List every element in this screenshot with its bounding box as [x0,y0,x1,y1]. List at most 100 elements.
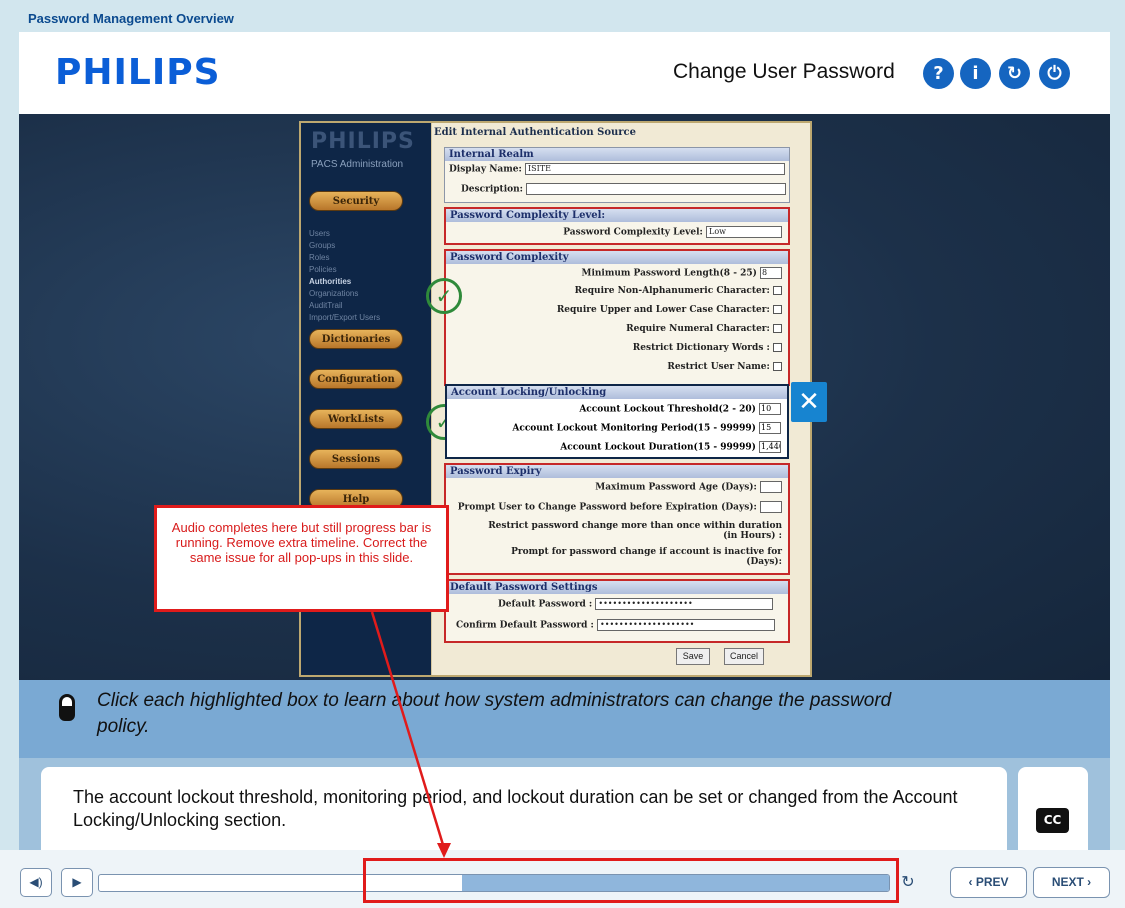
complexity-row: Restrict Dictionary Words : [633,343,782,353]
complexity-row: Require Upper and Lower Case Character: [557,305,782,315]
expiry-field[interactable] [760,481,782,493]
instruction-text: Click each highlighted box to learn abou… [97,690,892,737]
default-password-row: Default Password : •••••••••••••••••••• [498,598,774,610]
complexity-level-label: Password Complexity Level: [563,227,703,238]
cancel-button[interactable]: Cancel [724,648,764,665]
lockout-period-field[interactable]: 15 [759,422,781,434]
nav-link[interactable]: Organizations [309,288,380,300]
window-title: Password Management Overview [28,11,234,26]
prev-label: PREV [975,875,1009,889]
mouse-icon [59,694,75,721]
play-icon[interactable]: ▶ [61,868,93,897]
caption-text: The account lockout threshold, monitorin… [41,767,1007,850]
save-button[interactable]: Save [676,648,710,665]
exit-icon[interactable]: ⏻ [1039,58,1070,89]
pacs-logo: PHILIPS [311,129,415,154]
default-password-label: Default Password : [498,599,593,610]
lockout-threshold-field[interactable]: 10 [759,403,781,415]
checkbox[interactable] [773,343,782,352]
closed-captions-button[interactable]: CC [1036,808,1069,833]
next-button[interactable]: NEXT › [1033,867,1110,898]
expiry-row: Prompt User to Change Password before Ex… [458,501,782,513]
nav-security[interactable]: Security [309,191,403,211]
nav-dictionaries[interactable]: Dictionaries [309,329,403,349]
nav-link[interactable]: Import/Export Users [309,312,380,324]
philips-logo: PHILIPS [55,52,221,93]
checkbox[interactable] [773,305,782,314]
display-name-row: Display Name: ISITE [449,163,785,175]
complexity-level-select[interactable]: Low [706,226,782,238]
complexity-row: Require Non-Alphanumeric Character: [575,286,782,296]
display-name-field[interactable]: ISITE [524,163,785,175]
caption-area: The account lockout threshold, monitorin… [19,758,1110,850]
defaults-header: Default Password Settings [446,581,788,594]
complexity-label: Restrict User Name: [667,362,770,372]
expiry-label: Prompt User to Change Password before Ex… [457,502,757,513]
display-name-label: Display Name: [449,164,522,175]
lockout-duration-field[interactable]: 1,440 [759,441,781,453]
lockout-threshold-label: Account Lockout Threshold(2 - 20) [579,404,756,415]
nav-link[interactable]: Users [309,228,380,240]
nav-sessions[interactable]: Sessions [309,449,403,469]
complexity-row: Require Numeral Character: [626,324,782,334]
nav-link[interactable]: Authorities [309,276,380,288]
nav-link[interactable]: Roles [309,252,380,264]
lockout-threshold-row: Account Lockout Threshold(2 - 20) 10 [579,403,781,415]
close-popup-icon[interactable]: ✕ [791,382,827,422]
default-password-field[interactable]: •••••••••••••••••••• [595,598,774,610]
expiry-header: Password Expiry [446,465,788,478]
checkbox[interactable] [773,286,782,295]
expiry-field[interactable] [760,501,782,513]
nav-link[interactable]: Groups [309,240,380,252]
expiry-section[interactable]: Password Expiry Maximum Password Age (Da… [444,463,790,575]
expiry-label: Maximum Password Age (Days): [595,482,757,493]
nav-link[interactable]: Policies [309,264,380,276]
info-icon[interactable]: i [960,58,991,89]
complexity-label: Require Upper and Lower Case Character: [556,305,770,315]
complexity-label: Require Numeral Character: [626,324,770,334]
replay-icon[interactable]: ↻ [899,874,917,892]
slide-header: PHILIPS Change User Password ? i ↻ ⏻ [19,32,1110,114]
next-label: NEXT [1051,875,1084,889]
expiry-label: Restrict password change more than once … [488,521,782,541]
checkbox[interactable] [773,362,782,371]
complexity-level-row: Password Complexity Level: Low [563,226,782,238]
review-highlight-box [363,858,899,903]
restart-icon[interactable]: ↻ [999,58,1030,89]
expiry-row: Maximum Password Age (Days): [595,481,782,493]
min-length-field[interactable]: 8 [760,267,782,279]
description-field[interactable] [526,183,787,195]
lockout-duration-label: Account Lockout Duration(15 - 99999) [560,442,756,453]
cc-panel: CC [1018,767,1088,850]
lockout-duration-row: Account Lockout Duration(15 - 99999) 1,4… [560,441,781,453]
confirm-password-row: Confirm Default Password : •••••••••••••… [456,619,776,631]
review-annotation: Audio completes here but still progress … [154,505,449,612]
realm-header: Internal Realm [445,148,789,161]
lockout-period-row: Account Lockout Monitoring Period(15 - 9… [512,422,781,434]
min-length-row: Minimum Password Length(8 - 25) 8 [581,267,782,279]
defaults-section[interactable]: Default Password Settings Default Passwo… [444,579,790,643]
expiry-row: Restrict password change more than once … [472,521,782,541]
instruction-bar: Click each highlighted box to learn abou… [19,680,1110,758]
help-icon[interactable]: ? [923,58,954,89]
nav-worklists[interactable]: WorkLists [309,409,403,429]
nav-configuration[interactable]: Configuration [309,369,403,389]
checkbox[interactable] [773,324,782,333]
pacs-main-title: Edit Internal Authentication Source [434,127,637,138]
lockout-period-label: Account Lockout Monitoring Period(15 - 9… [512,423,756,434]
nav-links: Users Groups Roles Policies Authorities … [309,228,380,324]
volume-icon[interactable]: ◀︎) [20,868,52,897]
description-row: Description: [461,183,787,195]
slide-title: Change User Password [673,60,895,83]
min-length-label: Minimum Password Length(8 - 25) [581,268,757,279]
nav-link[interactable]: AuditTrail [309,300,380,312]
locking-header: Account Locking/Unlocking [447,386,787,399]
complexity-level-header: Password Complexity Level: [446,209,788,222]
complexity-level-section[interactable]: Password Complexity Level: Password Comp… [444,207,790,245]
description-label: Description: [461,184,523,195]
expiry-row: Prompt for password change if account is… [502,547,782,567]
complexity-label: Require Non-Alphanumeric Character: [574,286,770,296]
confirm-password-field[interactable]: •••••••••••••••••••• [597,619,776,631]
prev-button[interactable]: ‹ PREV [950,867,1027,898]
complexity-section[interactable]: Password Complexity Minimum Password Len… [444,249,790,386]
